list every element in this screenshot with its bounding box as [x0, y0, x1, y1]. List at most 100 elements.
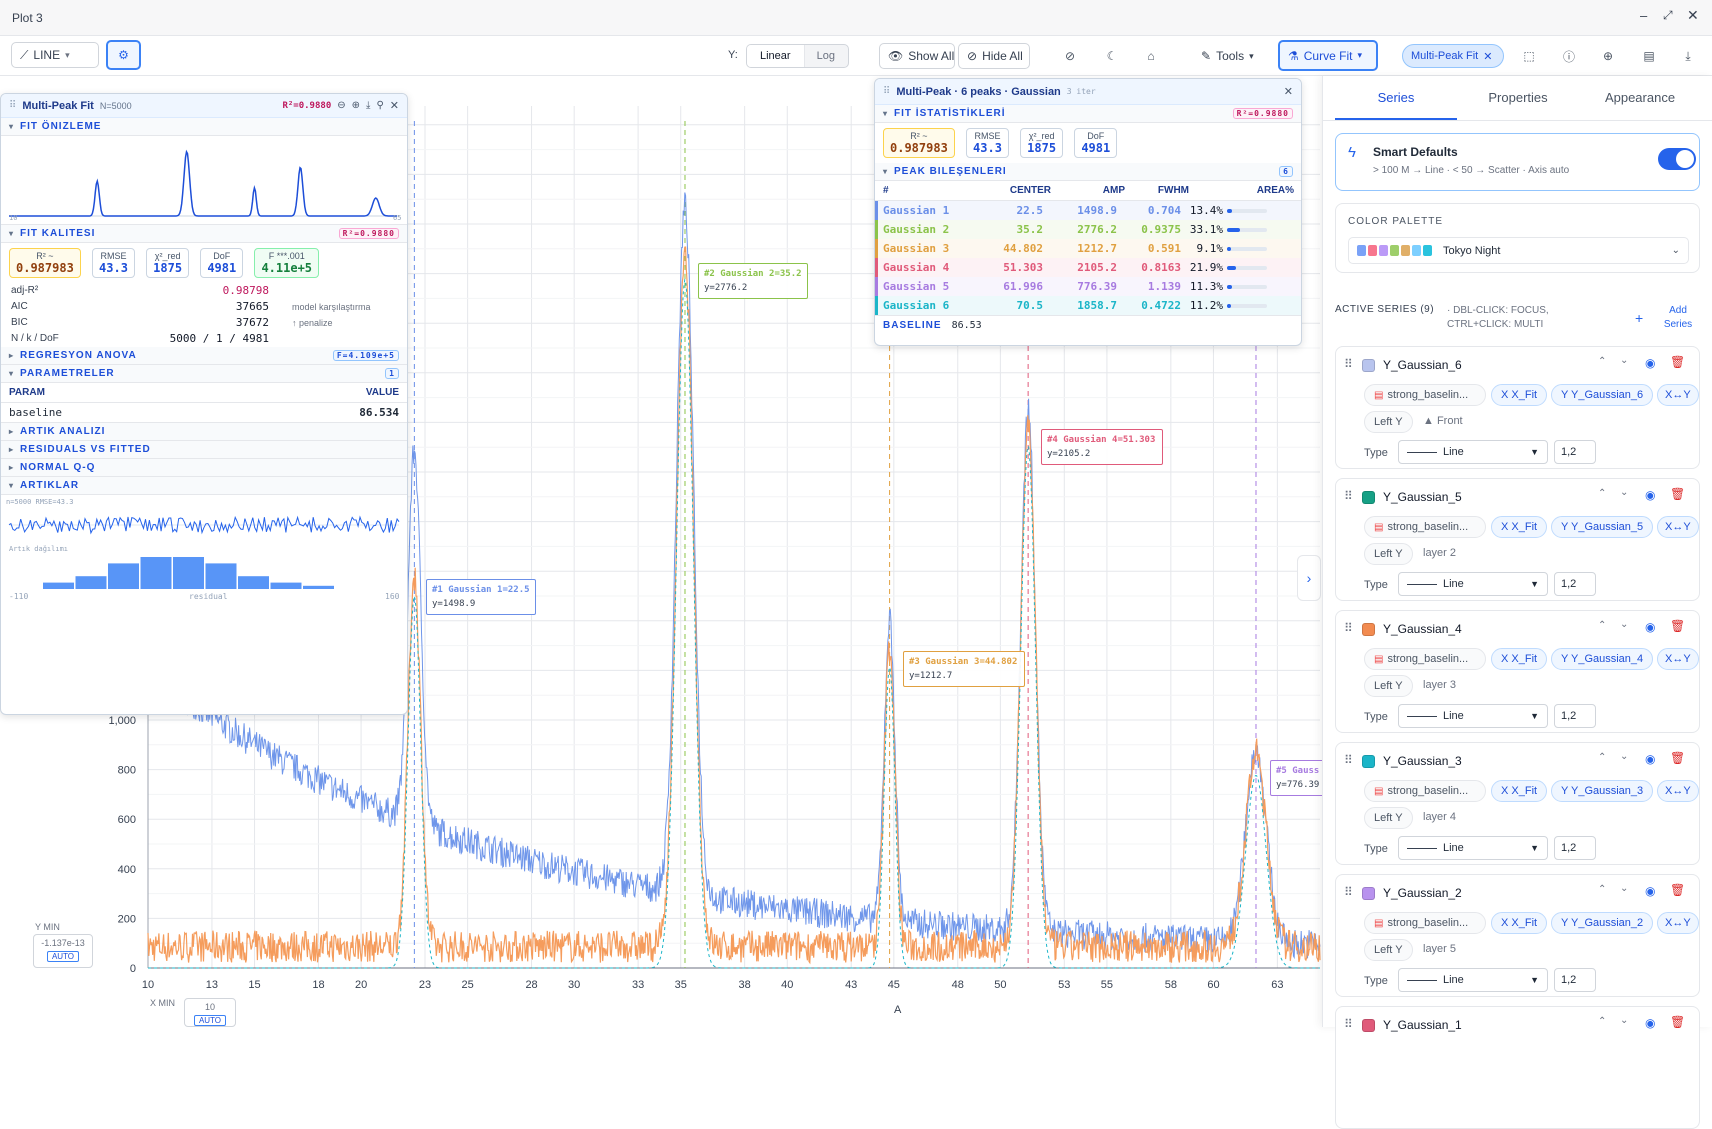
panel-header[interactable]: ⠿ Multi-Peak · 6 peaks · Gaussian 3 iter… — [875, 79, 1301, 105]
peak-row[interactable]: Gaussian 6 70.5 1858.7 0.4722 11.2% — [875, 296, 1301, 315]
axis-chip[interactable]: Left Y — [1364, 807, 1413, 829]
panel-header[interactable]: ⠿ Multi-Peak Fit N=5000 R²=0.9880 ⊖ ⊕ ⤓ … — [1, 94, 407, 118]
visibility-eye-icon[interactable]: ◉ — [1645, 620, 1655, 634]
dataset-chip[interactable]: ▤ strong_baselin... — [1364, 516, 1486, 538]
tools-dropdown[interactable]: ✎ Tools ▾ — [1193, 43, 1263, 69]
line-width-input[interactable]: 1,2 — [1554, 440, 1596, 464]
move-up-icon[interactable]: ⌃ — [1598, 488, 1606, 499]
move-up-icon[interactable]: ⌃ — [1598, 752, 1606, 763]
line-width-input[interactable]: 1,2 — [1554, 572, 1596, 596]
zoom-out-icon[interactable]: ⊖ — [337, 100, 345, 111]
drag-handle-icon[interactable]: ⠿ — [883, 86, 890, 97]
y-scale-linear[interactable]: Linear — [747, 45, 804, 67]
section-fit-preview[interactable]: ▾ FIT ÖNIZLEME — [1, 118, 407, 136]
series-color-swatch[interactable] — [1362, 755, 1375, 768]
download-icon[interactable]: ⤓ — [366, 100, 370, 111]
delete-trash-icon[interactable]: 🗑 — [1670, 883, 1685, 897]
y-min-value[interactable]: -1.137e-13 — [34, 938, 92, 948]
peak-row[interactable]: Gaussian 3 44.802 1212.7 0.591 9.1% — [875, 239, 1301, 258]
move-down-icon[interactable]: ⌄ — [1620, 751, 1628, 762]
x-min-value[interactable]: 10 — [185, 1002, 235, 1012]
chart-type-dropdown[interactable]: ⟋ LINE ▾ — [11, 42, 99, 68]
peak-components-panel[interactable]: ⠿ Multi-Peak · 6 peaks · Gaussian 3 iter… — [874, 78, 1302, 346]
x-column-chip[interactable]: X X_Fit — [1491, 648, 1548, 670]
section-fit-quality[interactable]: ▾ FIT KALITESI R²=0.9880 — [1, 225, 407, 243]
peak-annotation-3[interactable]: #3 Gaussian 3=44.802 y=1212.7 — [903, 651, 1025, 687]
swap-xy-button[interactable]: X↔Y — [1657, 648, 1699, 670]
visibility-eye-icon[interactable]: ◉ — [1645, 488, 1655, 502]
line-width-input[interactable]: 1,2 — [1554, 836, 1596, 860]
type-select[interactable]: Line ▼ — [1398, 704, 1548, 728]
curve-fit-button[interactable]: ⚗ Curve Fit ▾ — [1278, 40, 1378, 71]
layer-label[interactable]: layer 4 — [1423, 811, 1456, 823]
layer-label[interactable]: layer 5 — [1423, 943, 1456, 955]
minimize-icon[interactable]: – — [1640, 8, 1647, 23]
y-scale-log[interactable]: Log — [804, 45, 848, 67]
section-fit-stats[interactable]: ▾ FIT İSTATİSTİKLERİ R²=0.9880 — [875, 105, 1301, 123]
close-icon[interactable]: ✕ — [1284, 85, 1293, 98]
move-down-icon[interactable]: ⌄ — [1620, 883, 1628, 894]
tab-properties[interactable]: Properties — [1457, 76, 1579, 120]
swap-xy-button[interactable]: X↔Y — [1657, 384, 1699, 406]
series-card[interactable]: ⠿ Y_Gaussian_1 ⌃ ⌄ ◉ 🗑 — [1335, 1006, 1700, 1129]
series-name[interactable]: Y_Gaussian_1 — [1383, 1018, 1462, 1032]
close-window-icon[interactable]: ✕ — [1687, 7, 1699, 24]
y-column-chip[interactable]: Y Y_Gaussian_4 — [1551, 648, 1654, 670]
maximize-icon[interactable]: ⤢ — [1663, 8, 1673, 23]
info-icon[interactable]: ⓘ — [1556, 43, 1582, 69]
add-series-button[interactable]: Add Series — [1655, 304, 1701, 332]
move-up-icon[interactable]: ⌃ — [1598, 1016, 1606, 1027]
zoom-in-icon[interactable]: ⊕ — [352, 100, 360, 111]
axis-chip[interactable]: Left Y — [1364, 939, 1413, 961]
series-card[interactable]: ⠿ Y_Gaussian_3 ⌃ ⌄ ◉ 🗑 ▤ strong_baselin... X X_F… — [1335, 742, 1700, 865]
pin-icon[interactable]: ⚲ — [376, 100, 383, 111]
y-column-chip[interactable]: Y Y_Gaussian_5 — [1551, 516, 1654, 538]
crosshair-icon[interactable]: ⊕ — [1595, 43, 1621, 69]
move-down-icon[interactable]: ⌄ — [1620, 355, 1628, 366]
y-column-chip[interactable]: Y Y_Gaussian_2 — [1551, 912, 1654, 934]
param-row[interactable]: baseline 86.534 — [1, 403, 407, 423]
dataset-chip[interactable]: ▤ strong_baselin... — [1364, 648, 1486, 670]
swap-xy-button[interactable]: X↔Y — [1657, 516, 1699, 538]
series-color-swatch[interactable] — [1362, 1019, 1375, 1032]
show-all-button[interactable]: 👁 Show All — [879, 43, 955, 69]
peak-annotation-2[interactable]: #2 Gaussian 2=35.2 y=2776.2 — [698, 263, 808, 299]
select-box-icon[interactable]: ⬚ — [1516, 43, 1542, 69]
drag-handle-icon[interactable]: ⠿ — [1344, 357, 1353, 371]
axis-chip[interactable]: Left Y — [1364, 675, 1413, 697]
visibility-eye-icon[interactable]: ◉ — [1645, 356, 1655, 370]
move-down-icon[interactable]: ⌄ — [1620, 1015, 1628, 1026]
layer-label[interactable]: layer 2 — [1423, 547, 1456, 559]
tab-series[interactable]: Series — [1335, 76, 1457, 120]
move-up-icon[interactable]: ⌃ — [1598, 884, 1606, 895]
series-name[interactable]: Y_Gaussian_2 — [1383, 886, 1462, 900]
section-parameters[interactable]: ▾ PARAMETRELER 1 — [1, 365, 407, 383]
drag-handle-icon[interactable]: ⠿ — [9, 100, 16, 111]
delete-trash-icon[interactable]: 🗑 — [1670, 751, 1685, 765]
visibility-eye-icon[interactable]: ◉ — [1645, 1016, 1655, 1030]
hide-labels-icon[interactable]: ⊘ — [1057, 43, 1083, 69]
tab-appearance[interactable]: Appearance — [1579, 76, 1701, 120]
type-select[interactable]: Line ▼ — [1398, 440, 1548, 464]
delete-trash-icon[interactable]: 🗑 — [1670, 355, 1685, 369]
peak-row[interactable]: Gaussian 1 22.5 1498.9 0.704 13.4% — [875, 201, 1301, 220]
section-anova[interactable]: ▸ REGRESYON ANOVA F=4.109e+5 — [1, 347, 407, 365]
multi-peak-fit-chip[interactable]: Multi-Peak Fit ✕ — [1402, 44, 1504, 68]
drag-handle-icon[interactable]: ⠿ — [1344, 489, 1353, 503]
series-color-swatch[interactable] — [1362, 359, 1375, 372]
delete-trash-icon[interactable]: 🗑 — [1670, 619, 1685, 633]
series-name[interactable]: Y_Gaussian_6 — [1383, 358, 1462, 372]
line-width-input[interactable]: 1,2 — [1554, 704, 1596, 728]
smart-defaults-toggle[interactable] — [1658, 148, 1696, 170]
y-scale-toggle[interactable]: Linear Log — [746, 44, 849, 68]
x-column-chip[interactable]: X X_Fit — [1491, 780, 1548, 802]
visibility-eye-icon[interactable]: ◉ — [1645, 884, 1655, 898]
section-residuals[interactable]: ▾ ARTIKLAR — [1, 477, 407, 495]
moon-icon[interactable]: ☾ — [1099, 43, 1125, 69]
move-down-icon[interactable]: ⌄ — [1620, 487, 1628, 498]
series-name[interactable]: Y_Gaussian_4 — [1383, 622, 1462, 636]
series-color-swatch[interactable] — [1362, 887, 1375, 900]
series-card[interactable]: ⠿ Y_Gaussian_5 ⌃ ⌄ ◉ 🗑 ▤ strong_baselin... X X_F… — [1335, 478, 1700, 601]
palette-select[interactable]: Tokyo Night ⌄ — [1348, 237, 1689, 264]
visibility-eye-icon[interactable]: ◉ — [1645, 752, 1655, 766]
